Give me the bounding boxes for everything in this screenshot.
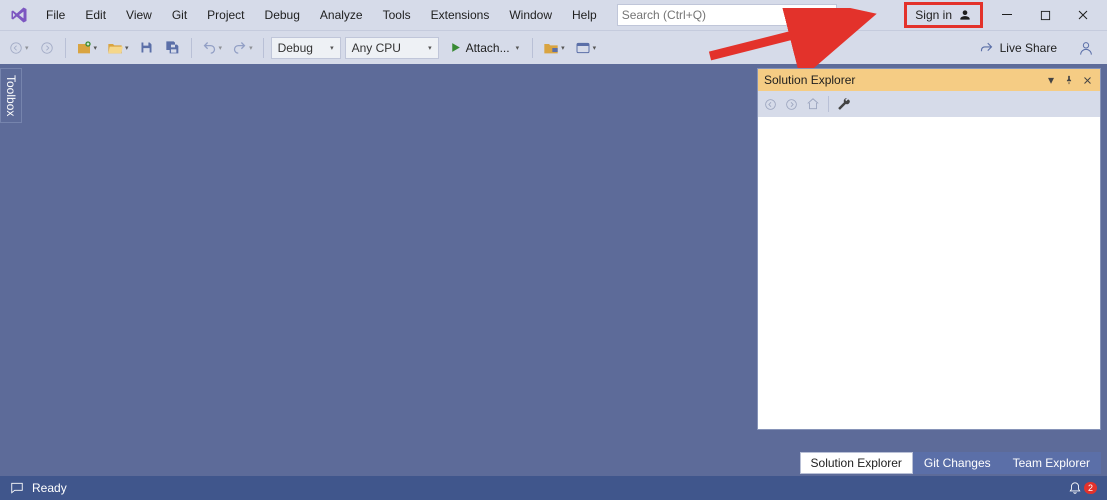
toolbar-separator xyxy=(532,38,533,58)
solution-explorer-panel: Solution Explorer ▾ xyxy=(757,68,1101,430)
share-icon xyxy=(979,40,994,55)
sign-in-label: Sign in xyxy=(915,8,952,22)
window-close-button[interactable] xyxy=(1065,0,1101,30)
tab-git-changes[interactable]: Git Changes xyxy=(913,452,1002,474)
feedback-button[interactable] xyxy=(1071,40,1101,56)
menu-window[interactable]: Window xyxy=(499,4,562,26)
window-minimize-button[interactable] xyxy=(989,0,1025,30)
close-icon[interactable] xyxy=(1080,73,1094,87)
solution-explorer-toolbar xyxy=(758,91,1100,117)
attach-label: Attach... xyxy=(466,41,510,55)
configuration-value: Debug xyxy=(278,41,313,55)
configuration-combo[interactable]: Debug▾ xyxy=(271,37,341,59)
solution-explorer-titlebar[interactable]: Solution Explorer ▾ xyxy=(758,69,1100,91)
platform-combo[interactable]: Any CPU▾ xyxy=(345,37,439,59)
search-input[interactable] xyxy=(622,8,818,22)
tab-team-explorer[interactable]: Team Explorer xyxy=(1002,452,1101,474)
save-all-button[interactable] xyxy=(162,36,184,60)
se-forward-icon[interactable] xyxy=(785,98,798,111)
menu-tools[interactable]: Tools xyxy=(373,4,421,26)
panel-tabs: Solution Explorer Git Changes Team Explo… xyxy=(800,452,1101,474)
menu-debug[interactable]: Debug xyxy=(255,4,310,26)
menu-bar: File Edit View Git Project Debug Analyze… xyxy=(0,0,1107,30)
menu-analyze[interactable]: Analyze xyxy=(310,4,373,26)
se-properties-icon[interactable] xyxy=(837,97,851,111)
menu-help[interactable]: Help xyxy=(562,4,607,26)
notifications-button[interactable]: 2 xyxy=(1068,481,1097,495)
toolbar-separator xyxy=(828,96,829,112)
user-icon xyxy=(958,8,972,22)
notification-count-badge: 2 xyxy=(1084,482,1097,494)
git-button[interactable]: ▾ xyxy=(572,36,600,60)
window-controls-area: Sign in xyxy=(904,0,1101,30)
nav-forward-button[interactable] xyxy=(36,36,58,60)
nav-back-button[interactable]: ▾ xyxy=(6,36,32,60)
live-share-label: Live Share xyxy=(1000,41,1057,55)
window-maximize-button[interactable] xyxy=(1027,0,1063,30)
play-icon xyxy=(449,41,462,54)
status-bar: Ready 2 xyxy=(0,476,1107,500)
menu-view[interactable]: View xyxy=(116,4,162,26)
new-project-button[interactable]: ▾ xyxy=(73,36,101,60)
toolbar-separator xyxy=(191,38,192,58)
standard-toolbar: ▾ ▾ ▾ ▾ ▾ Debug▾ Any CPU▾ Attach...▾ ▾ ▾… xyxy=(0,30,1107,64)
solution-explorer-tree[interactable] xyxy=(758,117,1100,429)
menu-file[interactable]: File xyxy=(36,4,75,26)
menu-edit[interactable]: Edit xyxy=(75,4,116,26)
live-share-button[interactable]: Live Share xyxy=(969,40,1067,55)
save-button[interactable] xyxy=(136,36,158,60)
status-ready-label: Ready xyxy=(32,481,67,495)
solution-explorer-title: Solution Explorer xyxy=(764,73,855,87)
bell-icon xyxy=(1068,481,1082,495)
panel-dropdown-icon[interactable]: ▾ xyxy=(1044,73,1058,87)
tab-solution-explorer[interactable]: Solution Explorer xyxy=(800,452,913,474)
toolbox-tab[interactable]: Toolbox xyxy=(0,68,22,123)
open-file-button[interactable]: ▾ xyxy=(104,36,132,60)
search-box[interactable] xyxy=(617,4,837,26)
undo-button[interactable]: ▾ xyxy=(199,36,226,60)
menu-extensions[interactable]: Extensions xyxy=(421,4,500,26)
comment-icon xyxy=(10,481,24,495)
se-home-icon[interactable] xyxy=(806,97,820,111)
editor-area: Toolbox Solution Explorer ▾ xyxy=(0,64,1107,476)
platform-value: Any CPU xyxy=(352,41,401,55)
pin-icon[interactable] xyxy=(1062,73,1076,87)
start-attach-button[interactable]: Attach...▾ xyxy=(443,36,526,60)
menu-project[interactable]: Project xyxy=(197,4,254,26)
folder-view-button[interactable]: ▾ xyxy=(540,36,568,60)
toolbar-separator xyxy=(65,38,66,58)
sign-in-button[interactable]: Sign in xyxy=(904,2,983,28)
vs-logo-icon xyxy=(8,4,30,26)
search-icon xyxy=(818,8,832,22)
toolbar-separator xyxy=(263,38,264,58)
menu-git[interactable]: Git xyxy=(162,4,197,26)
redo-button[interactable]: ▾ xyxy=(229,36,256,60)
se-back-icon[interactable] xyxy=(764,98,777,111)
